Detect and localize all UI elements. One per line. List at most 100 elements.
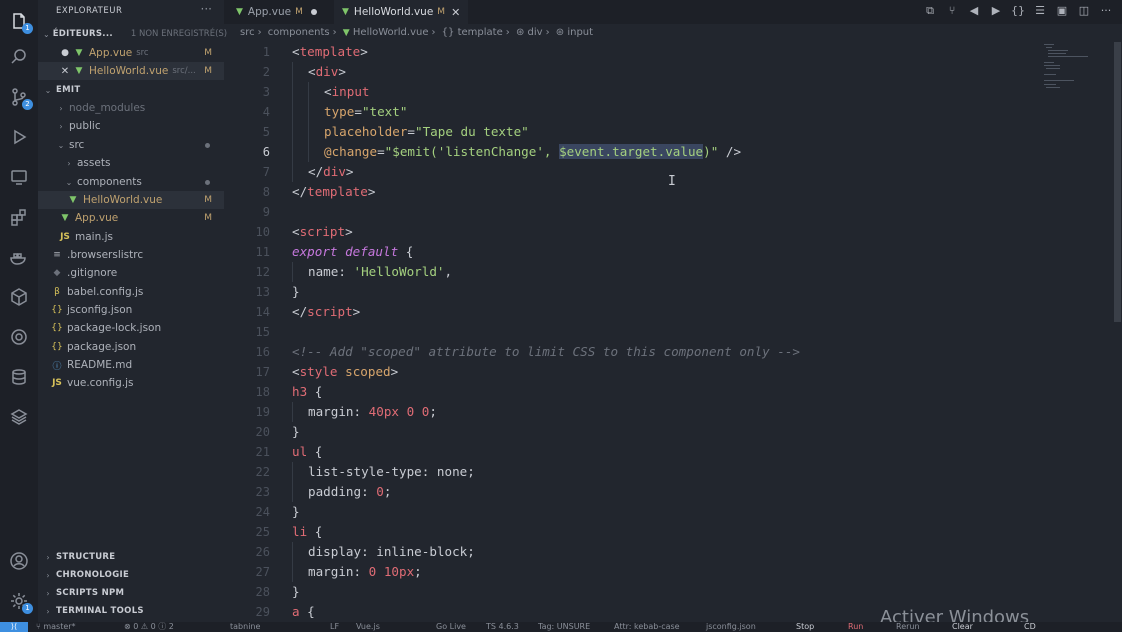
code-text[interactable]: </script> <box>292 302 360 322</box>
code-text[interactable]: margin: 40px 0 0; <box>308 402 437 422</box>
breadcrumb-item[interactable]: HelloWorld.vue <box>353 27 429 38</box>
close-icon[interactable]: ✕ <box>58 66 72 77</box>
typescript-version[interactable]: TS 4.6.3 <box>486 622 519 632</box>
tree-file[interactable]: ▼ App.vue M <box>38 209 224 227</box>
project-root-header[interactable]: ⌄ EMIT <box>38 81 224 99</box>
open-editor-item[interactable]: ● ▼ App.vue src M <box>38 44 224 62</box>
close-icon[interactable]: ✕ <box>451 6 460 19</box>
settings-activity[interactable]: 1 <box>0 582 38 620</box>
tree-folder[interactable]: › public <box>38 117 224 135</box>
tree-file[interactable]: JS main.js <box>38 228 224 246</box>
vertical-scrollbar[interactable] <box>1114 42 1121 322</box>
cd-button[interactable]: CD <box>1024 622 1036 632</box>
eol-status[interactable]: LF <box>330 622 339 632</box>
previous-change-icon[interactable]: ◀ <box>966 4 982 18</box>
tree-file[interactable]: ⓘ README.md <box>38 356 224 374</box>
code-text[interactable]: placeholder="Tape du texte" <box>324 122 529 142</box>
git-branch-icon[interactable]: ⑂ <box>944 4 960 18</box>
tree-folder[interactable]: ⌄ components <box>38 173 224 191</box>
code-text[interactable]: <template> <box>292 42 368 62</box>
code-text[interactable]: @change="$emit('listenChange', $event.ta… <box>324 142 741 162</box>
source-control-activity[interactable]: 2 <box>0 78 38 116</box>
terminal-icon[interactable]: ▣ <box>1054 4 1070 18</box>
run-button[interactable]: Run <box>848 622 863 632</box>
code-text[interactable]: </div> <box>308 162 354 182</box>
search-activity[interactable] <box>0 38 38 76</box>
tree-file[interactable]: ◆ .gitignore <box>38 264 224 282</box>
code-text[interactable]: } <box>292 502 300 522</box>
live-share-activity[interactable] <box>0 278 38 316</box>
jsconfig-status[interactable]: jsconfig.json <box>706 622 756 632</box>
code-text[interactable]: padding: 0; <box>308 482 391 502</box>
rerun-button[interactable]: Rerun <box>896 622 920 632</box>
minimap[interactable] <box>1040 42 1112 92</box>
terminal-tools-section[interactable]: › TERMINAL TOOLS <box>38 602 224 620</box>
tree-folder[interactable]: ⌄ src <box>38 136 224 154</box>
unsaved-dot-icon[interactable] <box>310 9 317 15</box>
code-comment[interactable]: <!-- Add "scoped" attribute to limit CSS… <box>292 342 800 362</box>
clear-button[interactable]: Clear <box>952 622 973 632</box>
next-change-icon[interactable]: ▶ <box>988 4 1004 18</box>
run-debug-activity[interactable] <box>0 118 38 156</box>
code-text[interactable]: type="text" <box>324 102 407 122</box>
code-text[interactable]: <input <box>324 82 370 102</box>
git-branch-status[interactable]: ⑂ master* <box>36 622 76 632</box>
code-text[interactable]: a { <box>292 602 315 620</box>
explorer-activity[interactable]: 1 <box>0 2 38 40</box>
layers-activity[interactable] <box>0 398 38 436</box>
tree-file[interactable]: JS vue.config.js <box>38 374 224 392</box>
structure-section[interactable]: › STRUCTURE <box>38 548 224 566</box>
tree-file[interactable]: β babel.config.js <box>38 283 224 301</box>
remote-explorer-activity[interactable] <box>0 158 38 196</box>
code-text[interactable]: list-style-type: none; <box>308 462 475 482</box>
remote-indicator-icon[interactable]: ⟩⟨ <box>0 622 28 632</box>
accounts-activity[interactable] <box>0 542 38 580</box>
docker-activity[interactable] <box>0 238 38 276</box>
code-text[interactable]: export default { <box>292 242 413 262</box>
more-actions-icon[interactable]: ··· <box>201 2 212 16</box>
unsaved-dot-icon[interactable]: ● <box>58 48 72 58</box>
code-text[interactable]: name: 'HelloWorld', <box>308 262 452 282</box>
code-text[interactable]: li { <box>292 522 322 542</box>
tree-file[interactable]: {} package-lock.json <box>38 319 224 337</box>
code-text[interactable]: ul { <box>292 442 322 462</box>
code-text[interactable]: } <box>292 422 300 442</box>
database-activity[interactable] <box>0 358 38 396</box>
breadcrumb-item[interactable]: div <box>528 27 543 38</box>
open-editor-item[interactable]: ✕ ▼ HelloWorld.vue src/... M <box>38 62 224 80</box>
more-actions-icon[interactable]: ··· <box>1098 4 1114 18</box>
code-text[interactable]: <style scoped> <box>292 362 398 382</box>
code-text[interactable]: <script> <box>292 222 353 242</box>
tab-app-vue[interactable]: ▼ App.vue M <box>228 0 325 24</box>
tab-helloworld-vue[interactable]: ▼ HelloWorld.vue M ✕ <box>334 0 469 24</box>
list-icon[interactable]: ☰ <box>1032 4 1048 18</box>
code-text[interactable]: margin: 0 10px; <box>308 562 422 582</box>
breadcrumb-item[interactable]: components <box>268 27 330 38</box>
breadcrumb-item[interactable]: input <box>567 27 593 38</box>
tree-folder[interactable]: › assets <box>38 154 224 172</box>
code-text[interactable]: display: inline-block; <box>308 542 475 562</box>
tree-file-selected[interactable]: ▼ HelloWorld.vue M <box>38 191 224 209</box>
code-text[interactable]: } <box>292 282 300 302</box>
tabnine-status[interactable]: tabnine <box>230 622 260 632</box>
gitlens-activity[interactable] <box>0 318 38 356</box>
tree-file[interactable]: {} jsconfig.json <box>38 301 224 319</box>
open-editors-header[interactable]: ⌄ ÉDITEURS... 1 NON ENREGISTRÉ(S) <box>38 25 227 43</box>
stop-button[interactable]: Stop <box>796 622 814 632</box>
tag-case-status[interactable]: Tag: UNSURE <box>538 622 590 632</box>
code-text[interactable]: } <box>292 582 300 602</box>
breadcrumb-item[interactable]: src <box>240 27 255 38</box>
code-text[interactable]: <div> <box>308 62 346 82</box>
problems-status[interactable]: ⊗ 0 ⚠ 0 ⓘ 2 <box>124 622 174 632</box>
compare-icon[interactable]: ⧉ <box>922 4 938 18</box>
tree-folder[interactable]: › node_modules <box>38 99 224 117</box>
language-status[interactable]: Vue.js <box>356 622 380 632</box>
code-editor[interactable]: 1 <template> 2 <div> 3 <input 4 type="text" … <box>240 42 1040 620</box>
braces-icon[interactable]: {} <box>1010 4 1026 18</box>
code-text[interactable]: </template> <box>292 182 375 202</box>
go-live-button[interactable]: Go Live <box>436 622 466 632</box>
tree-file[interactable]: {} package.json <box>38 338 224 356</box>
split-editor-icon[interactable]: ◫ <box>1076 4 1092 18</box>
extensions-activity[interactable] <box>0 198 38 236</box>
tree-file[interactable]: ≡ .browserslistrc <box>38 246 224 264</box>
